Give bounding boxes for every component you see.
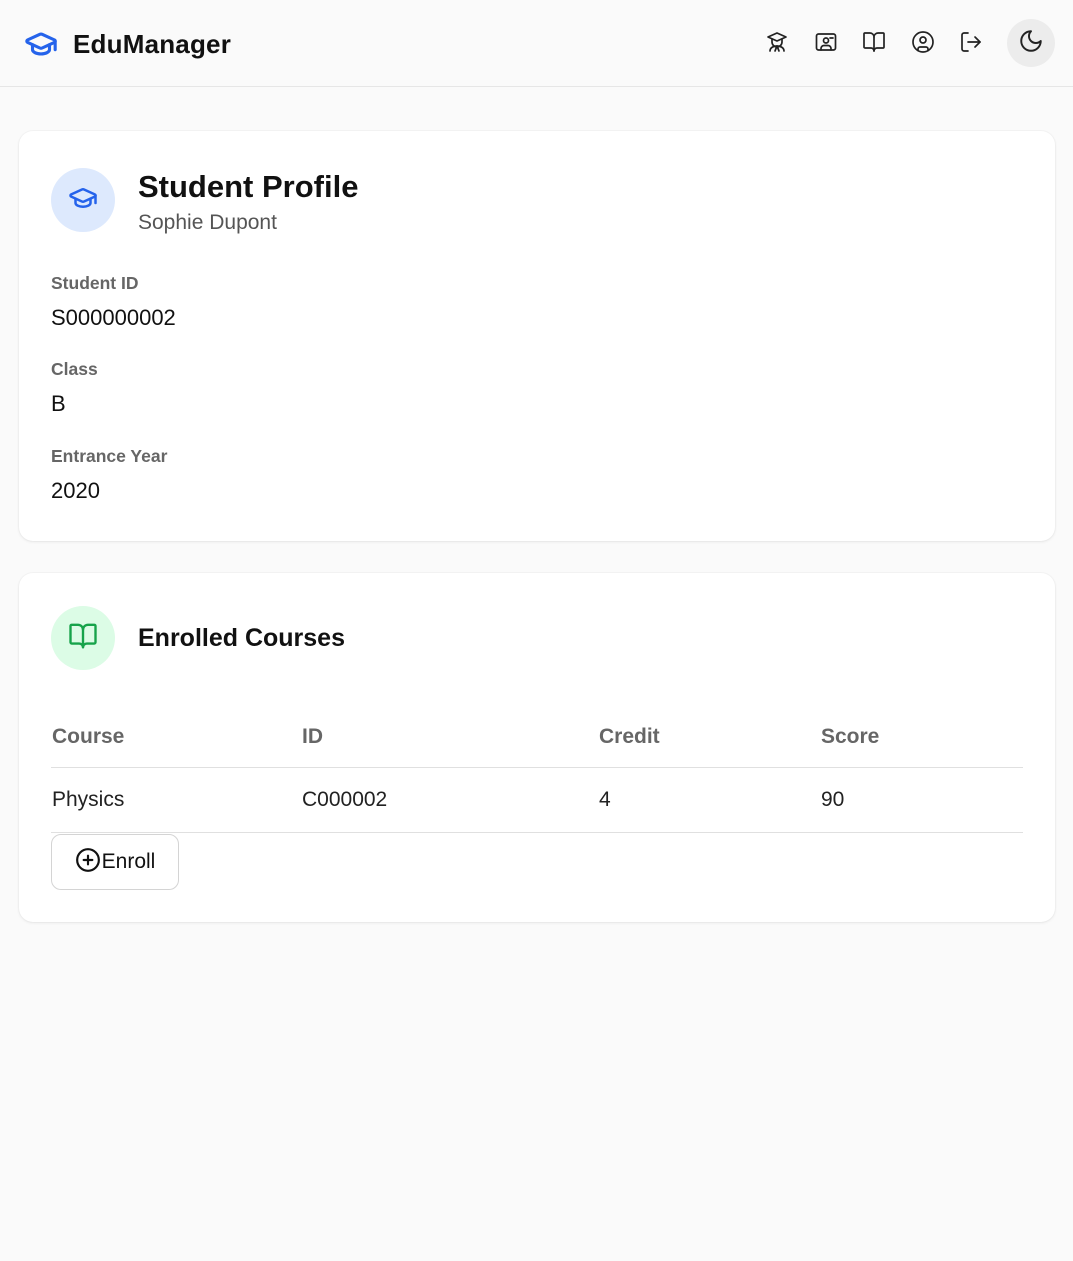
courses-avatar [51,606,115,670]
page-title: Student Profile [138,169,359,204]
class-value: B [51,391,66,416]
book-open-icon [68,621,98,656]
main-nav [760,27,1003,61]
book-open-icon [862,30,886,59]
column-header-course: Course [52,725,125,748]
student-id-value: S000000002 [51,305,176,330]
student-profile-card: Student Profile Sophie Dupont Student ID… [19,131,1055,541]
graduation-cap-icon [68,183,98,218]
courses-section-title: Enrolled Courses [138,624,345,652]
brand-link[interactable]: EduManager [20,24,231,64]
student-id-label: Student ID [51,273,139,293]
courses-table: Course ID Credit Score Physics C000002 4… [51,718,1023,833]
column-header-id: ID [302,725,323,748]
table-row: Physics C000002 4 90 [51,768,1023,833]
student-name: Sophie Dupont [138,211,277,234]
nav-logout-button[interactable] [954,27,988,61]
table-header-row: Course ID Credit Score [51,718,1023,768]
cell-id: C000002 [302,788,388,811]
graduation-cap-icon [20,24,62,64]
column-header-score: Score [821,725,880,748]
theme-toggle-button[interactable] [1007,19,1055,67]
cell-course: Physics [52,788,125,811]
logout-icon [959,30,983,59]
nav-courses-button[interactable] [857,27,891,61]
column-header-credit: Credit [599,725,660,748]
app-title: EduManager [73,28,232,59]
user-circle-icon [911,30,935,59]
cell-credit: 4 [599,788,611,811]
presentation-board-icon [814,30,838,59]
nav-teachers-button[interactable] [809,27,843,61]
nav-students-button[interactable] [760,27,794,61]
graduation-teacher-icon [765,30,789,59]
class-label: Class [51,359,98,379]
entrance-year-label: Entrance Year [51,446,168,466]
moon-icon [1018,28,1044,59]
profile-avatar [51,168,115,232]
nav-profile-button[interactable] [906,27,940,61]
enroll-button[interactable]: Enroll [51,834,179,890]
plus-circle-icon [75,847,101,878]
enroll-button-label: Enroll [101,850,156,873]
entrance-year-value: 2020 [51,478,100,503]
enrolled-courses-card: Enrolled Courses Course ID Credit Score … [19,573,1055,922]
top-navbar: EduManager [0,0,1073,87]
cell-score: 90 [821,788,845,811]
